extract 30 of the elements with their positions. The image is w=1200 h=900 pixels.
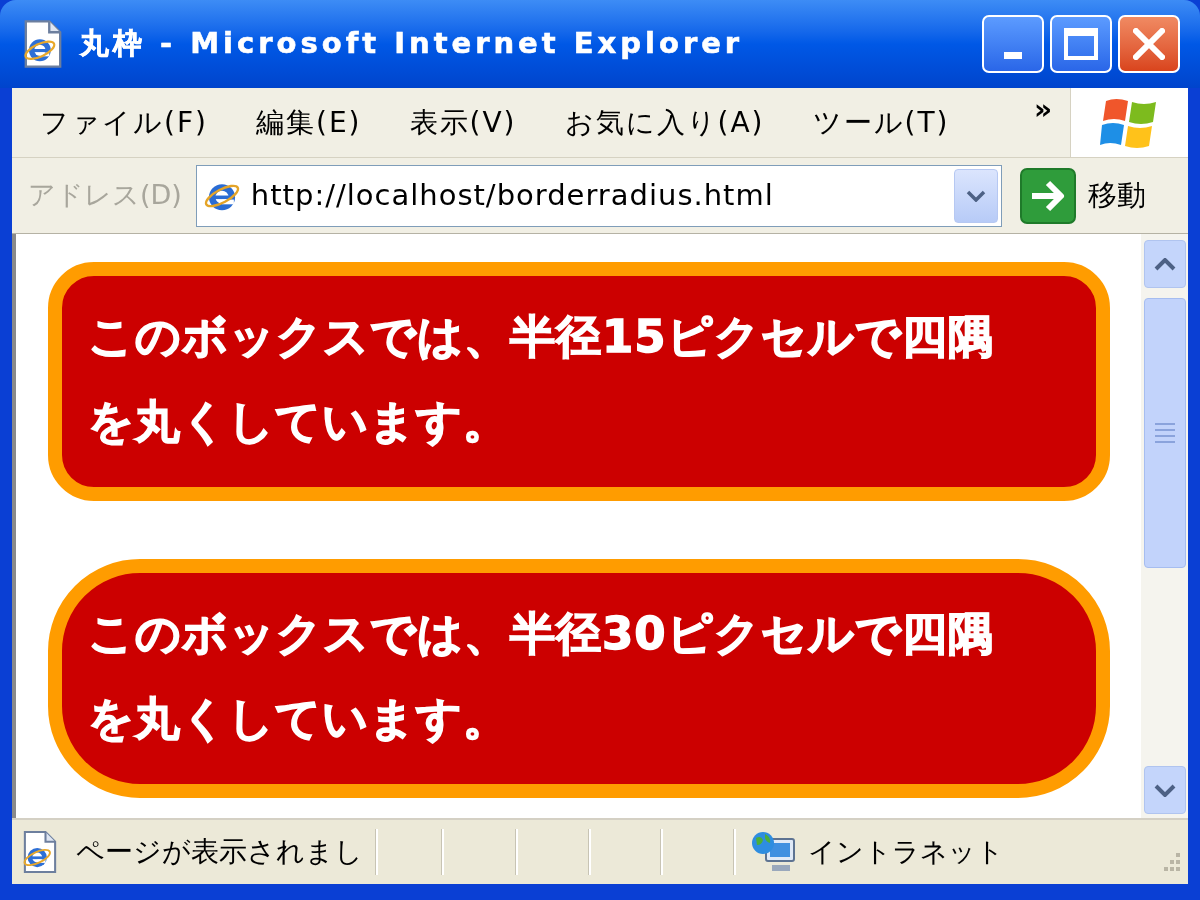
address-field[interactable]: http://localhost/borderradius.html [195,164,1002,227]
dropdown-button[interactable] [953,168,998,223]
rounded-text-box: このボックスでは、半径30ピクセルで四隅を丸くしています。 [48,559,1110,798]
maximize-button[interactable] [1050,15,1112,73]
scroll-down-button[interactable] [1143,766,1186,814]
arrow-right-icon [1019,167,1076,224]
status-message: ページが表示されまし [76,834,363,870]
address-label: アドレス(D) [28,178,182,213]
menu-overflow-button[interactable]: » [1033,96,1052,124]
chevron-down-icon [1153,783,1176,797]
scroll-thumb[interactable] [1143,298,1186,568]
menu-item[interactable]: 表示(V) [399,95,527,150]
chevron-up-icon [1153,257,1176,271]
close-icon [1133,28,1165,60]
menu-item[interactable]: お気に入り(A) [554,95,775,150]
minimize-button[interactable] [982,15,1044,73]
menu-item[interactable]: 編集(E) [245,95,372,150]
scroll-up-button[interactable] [1143,240,1186,288]
maximize-icon [1064,28,1098,60]
url-input[interactable]: http://localhost/borderradius.html [250,173,954,218]
grip-icon [1154,422,1175,444]
minimize-icon [1004,52,1022,59]
go-button[interactable]: 移動 [1019,167,1146,224]
security-zone: イントラネット [808,834,1004,869]
window-title: 丸枠 - Microsoft Internet Explorer [80,25,744,63]
menu-item[interactable]: ファイル(F) [30,95,218,150]
menu-item[interactable]: ツール(T) [802,95,960,150]
close-button[interactable] [1118,15,1180,73]
rounded-text-box: このボックスでは、半径15ピクセルで四隅を丸くしています。 [48,262,1110,501]
chevron-down-icon [965,189,986,202]
